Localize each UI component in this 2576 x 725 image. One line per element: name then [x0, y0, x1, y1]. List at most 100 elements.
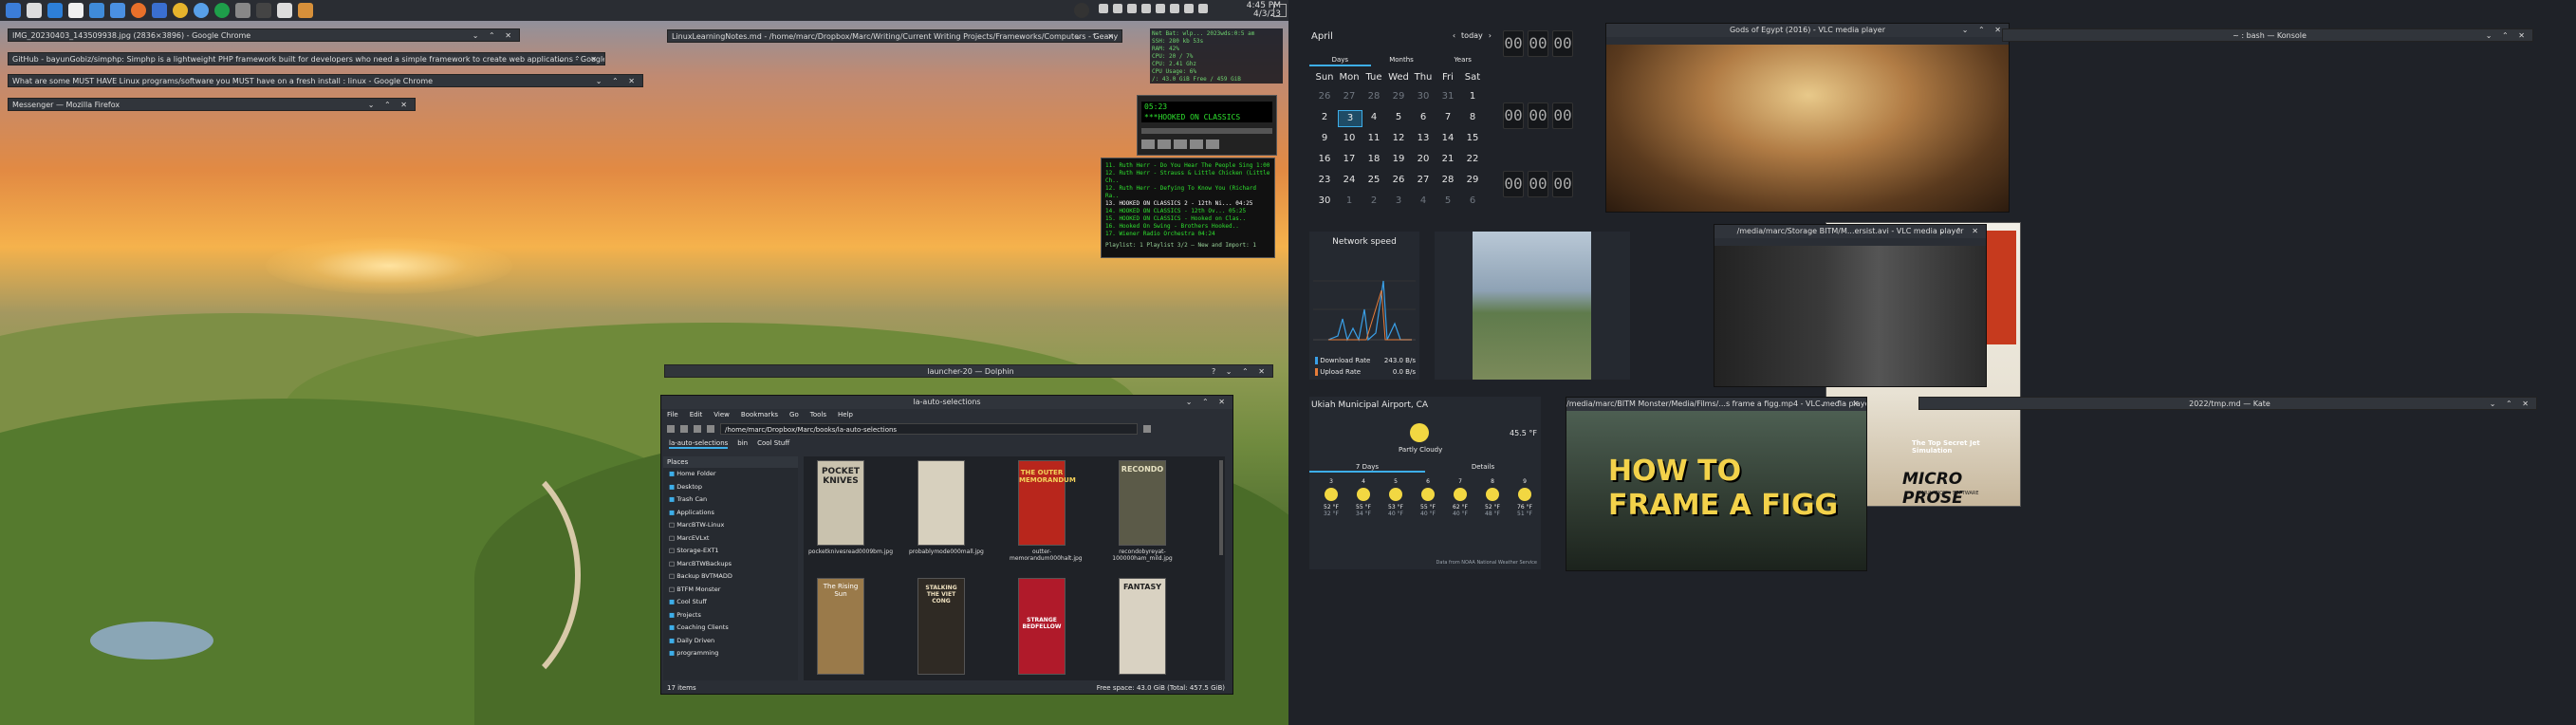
calendar-day[interactable]: 1: [1461, 89, 1484, 104]
file-thumbnail[interactable]: RECONDO recondobyreyat-100000ham_mild.jpg: [1112, 460, 1173, 562]
back-icon[interactable]: [667, 425, 675, 433]
chrome-window-titlebar[interactable]: What are some MUST HAVE Linux programs/s…: [8, 74, 643, 87]
calendar-day[interactable]: 5: [1436, 194, 1459, 209]
calendar-day[interactable]: 2: [1313, 110, 1336, 125]
tray-icon[interactable]: [1156, 4, 1165, 13]
calendar-day[interactable]: 28: [1362, 89, 1385, 104]
kate-titlebar[interactable]: 2022/tmp.md — Kate ⌄ ⌃ ✕: [1918, 397, 2537, 410]
file-thumbnail[interactable]: POCKET KNIVES pocketknivesread0009bm.jpg: [808, 460, 893, 555]
place-item[interactable]: ■ Applications: [669, 507, 798, 520]
place-item[interactable]: □ Backup BVTMADD: [669, 570, 798, 584]
window-controls[interactable]: ⌄ ⌃ ✕: [596, 75, 639, 86]
file-thumbnail[interactable]: THE OUTER MEMORANDUM outter-memorandum000…: [1010, 460, 1083, 562]
seek-bar[interactable]: [1141, 128, 1272, 134]
place-item[interactable]: □ MarcEVLxt: [669, 532, 798, 546]
calendar-day[interactable]: 3: [1387, 194, 1410, 209]
scrollbar[interactable]: [1219, 460, 1223, 555]
tab-days[interactable]: Days: [1309, 53, 1371, 66]
tray-icon[interactable]: [1099, 4, 1108, 13]
playlist-item[interactable]: 14. HOOKED ON CLASSICS - 12th Ov... 05:2…: [1105, 208, 1270, 215]
launcher-icon[interactable]: [27, 3, 42, 18]
playlist-item[interactable]: 11. Ruth Herr - Do You Hear The People S…: [1105, 162, 1270, 170]
calendar-day[interactable]: 4: [1412, 194, 1435, 209]
calendar-day[interactable]: 25: [1362, 173, 1385, 188]
writer-icon[interactable]: [152, 3, 167, 18]
calendar-day[interactable]: 11: [1362, 131, 1385, 146]
chrome-window-titlebar[interactable]: IMG_20230403_143509938.jpg (2836×3896) -…: [8, 28, 520, 42]
calendar-day[interactable]: 19: [1387, 152, 1410, 167]
calendar-day[interactable]: 24: [1338, 173, 1361, 188]
tray-icon[interactable]: [1141, 4, 1151, 13]
playlist-item[interactable]: 16. Hooked On Swing - Brothers Hooked..: [1105, 223, 1270, 231]
tab-7-days[interactable]: 7 Days: [1309, 461, 1425, 473]
place-item[interactable]: □ BTFM Monster: [669, 584, 798, 597]
chrome-window-titlebar[interactable]: GitHub - bayunGobiz/simphp: Simphp is a …: [8, 52, 605, 65]
place-item[interactable]: □ MarcBTW-Linux: [669, 519, 798, 532]
calendar-day[interactable]: 29: [1387, 89, 1410, 104]
window-controls[interactable]: ⌄ ⌃ ✕: [2486, 29, 2529, 41]
window-controls[interactable]: ⌄ ⌃ ✕: [1820, 398, 1863, 411]
place-item[interactable]: ■ Desktop: [669, 481, 798, 494]
window-titlebar[interactable]: la-auto-selections ⌄ ⌃ ✕: [661, 396, 1232, 409]
calendar-day[interactable]: 6: [1461, 194, 1484, 209]
window-controls[interactable]: ⌄ ⌃ ✕: [368, 99, 411, 110]
calendar-day[interactable]: 18: [1362, 152, 1385, 167]
place-item[interactable]: □ Storage-EXT1: [669, 545, 798, 558]
menu-tools[interactable]: Tools: [810, 409, 826, 420]
calendar-day[interactable]: 22: [1461, 152, 1484, 167]
calendar-day[interactable]: 7: [1436, 110, 1459, 125]
calendar-day[interactable]: 6: [1412, 110, 1435, 125]
calendar-day[interactable]: 10: [1338, 131, 1361, 146]
up-icon[interactable]: [694, 425, 701, 433]
file-thumbnail[interactable]: The Rising Sun: [817, 578, 864, 675]
calendar-day[interactable]: 8: [1461, 110, 1484, 125]
file-thumbnail[interactable]: STRANGE BEDFELLOW: [1018, 578, 1066, 675]
window-controls[interactable]: ⌄ ⌃ ✕: [1962, 24, 2005, 37]
tray-icon[interactable]: [1127, 4, 1137, 13]
menu-file[interactable]: File: [667, 409, 678, 420]
menu-go[interactable]: Go: [789, 409, 799, 420]
window-controls[interactable]: ⌄ ⌃ ✕: [1186, 396, 1229, 409]
home-icon[interactable]: [707, 425, 714, 433]
menu-icon[interactable]: [1143, 425, 1151, 433]
dolphin-window-titlebar[interactable]: launcher-20 — Dolphin ? ⌄ ⌃ ✕: [664, 364, 1273, 378]
calendar-day[interactable]: 30: [1412, 89, 1435, 104]
next-icon[interactable]: [1206, 139, 1219, 149]
place-item[interactable]: □ MarcBTWBackups: [669, 558, 798, 571]
file-thumbnail[interactable]: probablymode000mall.jpg: [909, 460, 984, 555]
calendar-day[interactable]: 20: [1412, 152, 1435, 167]
tray-icon[interactable]: [1113, 4, 1122, 13]
calendar-day[interactable]: 15: [1461, 131, 1484, 146]
calendar-day[interactable]: 2: [1362, 194, 1385, 209]
calendar-day[interactable]: 5: [1387, 110, 1410, 125]
video-frame[interactable]: HOW TO FRAME A FIGG: [1566, 411, 1866, 570]
calendar-day[interactable]: 4: [1362, 110, 1385, 125]
konsole-titlebar[interactable]: ~ : bash — Konsole ⌄ ⌃ ✕: [2002, 28, 2533, 42]
file-thumbnail[interactable]: STALKING THE VIET CONG: [917, 578, 965, 675]
files-icon[interactable]: [89, 3, 104, 18]
video-frame[interactable]: [1714, 246, 1986, 386]
place-item[interactable]: ■ Daily Driven: [669, 635, 798, 648]
stop-icon[interactable]: [1190, 139, 1203, 149]
window-controls[interactable]: ⌄ ⌃ ✕: [1075, 30, 1118, 42]
battery-icon[interactable]: [1198, 4, 1208, 13]
window-controls[interactable]: ⌄ ⌃ ✕: [473, 29, 515, 41]
window-titlebar[interactable]: Gods of Egypt (2016) - VLC media player ⌄…: [1606, 24, 2009, 37]
playlist-item[interactable]: 15. HOOKED ON CLASSICS - Hooked on Clas.…: [1105, 215, 1270, 223]
app-icon[interactable]: [277, 3, 292, 18]
file-thumbnail[interactable]: FANTASY: [1119, 578, 1166, 675]
calendar-day[interactable]: 26: [1313, 89, 1336, 104]
place-item[interactable]: ■ Projects: [669, 609, 798, 623]
menu-bookmarks[interactable]: Bookmarks: [741, 409, 778, 420]
play-icon[interactable]: [1158, 139, 1171, 149]
calendar-day[interactable]: 29: [1461, 173, 1484, 188]
calendar-day[interactable]: 9: [1313, 131, 1336, 146]
calendar-day[interactable]: 16: [1313, 152, 1336, 167]
place-item[interactable]: ■ Trash Can: [669, 493, 798, 507]
calendar-day[interactable]: 1: [1338, 194, 1361, 209]
tab[interactable]: la-auto-selections: [669, 437, 729, 449]
next-month-icon[interactable]: ›: [1489, 31, 1492, 40]
video-frame[interactable]: [1606, 45, 2009, 212]
window-controls[interactable]: ⌄ ⌃ ✕: [558, 53, 601, 65]
calendar-day[interactable]: 14: [1436, 131, 1459, 146]
